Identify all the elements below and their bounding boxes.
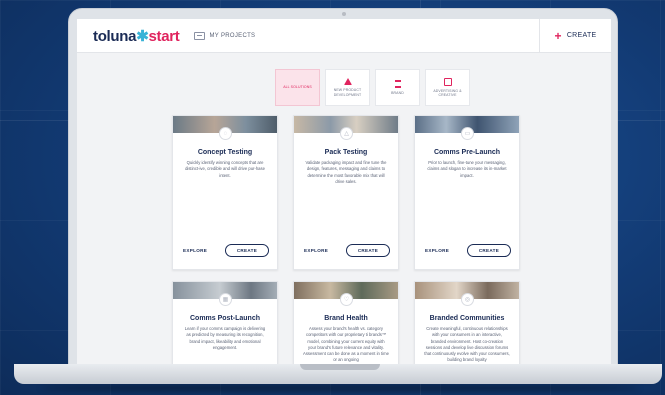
- solution-filters: ALL SOLUTIONS NEW PRODUCT DEVELOPMENT BR…: [275, 69, 470, 106]
- filter-label: BRAND: [391, 90, 404, 95]
- filter-all-solutions[interactable]: ALL SOLUTIONS: [275, 69, 320, 106]
- top-bar: toluna✱start MY PROJECTS + CREATE: [77, 19, 611, 53]
- create-label: CREATE: [566, 32, 597, 39]
- heart-pulse-icon: ♡: [340, 293, 353, 306]
- filter-label: NEW PRODUCT DEVELOPMENT: [333, 88, 362, 97]
- card-description: Learn if your comms campaign is deliveri…: [184, 326, 266, 350]
- billboard-icon: [443, 77, 452, 86]
- megaphone-icon: ▭: [461, 127, 474, 140]
- card-create-button[interactable]: CREATE: [346, 244, 390, 257]
- toluna-start-logo[interactable]: toluna✱start: [93, 27, 180, 45]
- card-create-button[interactable]: CREATE: [225, 244, 269, 257]
- solution-card[interactable]: ▭ Comms Pre-Launch Prior to launch, fine…: [414, 115, 520, 270]
- bulb-icon: ◌: [219, 127, 232, 140]
- explore-link[interactable]: EXPLORE: [183, 248, 207, 253]
- create-button[interactable]: + CREATE: [539, 19, 611, 52]
- solution-card[interactable]: ▦ Comms Post-Launch Learn if your comms …: [172, 281, 278, 365]
- my-projects-link[interactable]: MY PROJECTS: [193, 31, 256, 40]
- card-title: Comms Pre-Launch: [433, 149, 501, 156]
- card-title: Concept Testing: [197, 149, 253, 156]
- flask-icon: [343, 78, 352, 86]
- card-title: Comms Post-Launch: [189, 315, 260, 322]
- card-title: Branded Communities: [429, 315, 505, 322]
- plus-icon: +: [554, 28, 562, 43]
- calendar-icon: ▦: [219, 293, 232, 306]
- card-actions: EXPLORE CREATE: [425, 244, 511, 257]
- folder-icon: [193, 31, 205, 40]
- card-description: Assess your brand's health vs. category …: [303, 326, 389, 363]
- camera-icon: [342, 12, 346, 16]
- my-projects-label: MY PROJECTS: [209, 32, 256, 39]
- card-description: Prior to launch, fine-tune your messagin…: [427, 160, 507, 178]
- card-title: Brand Health: [324, 315, 368, 322]
- community-icon: ◎: [461, 293, 474, 306]
- solution-card[interactable]: ◎ Branded Communities Create meaningful,…: [414, 281, 520, 365]
- logo-star-icon: ✱: [136, 27, 149, 45]
- card-description: Create meaningful, continuous relationsh…: [424, 326, 510, 363]
- card-description: Validate packaging impact and fine tune …: [305, 160, 387, 184]
- logo-suffix: start: [148, 27, 180, 45]
- laptop-notch: [300, 364, 380, 370]
- solution-card[interactable]: △ Pack Testing Validate packaging impact…: [293, 115, 399, 270]
- hourglass-icon: [394, 79, 401, 88]
- solution-card[interactable]: ◌ Concept Testing Quickly identify winni…: [172, 115, 278, 270]
- laptop-base: [14, 364, 662, 384]
- flask-icon: △: [340, 127, 353, 140]
- explore-link[interactable]: EXPLORE: [425, 248, 449, 253]
- logo-main: toluna: [93, 27, 137, 45]
- card-title: Pack Testing: [324, 149, 368, 156]
- explore-link[interactable]: EXPLORE: [304, 248, 328, 253]
- solution-card[interactable]: ♡ Brand Health Assess your brand's healt…: [293, 281, 399, 365]
- card-actions: EXPLORE CREATE: [304, 244, 390, 257]
- filter-advertising-creative[interactable]: ADVERTISING & CREATIVE: [425, 69, 470, 106]
- filter-label: ADVERTISING & CREATIVE: [433, 88, 462, 97]
- laptop-frame: toluna✱start MY PROJECTS + CREATE ALL SO…: [68, 8, 618, 368]
- laptop-shadow: [40, 384, 640, 392]
- card-description: Quickly identify winning concepts that a…: [185, 160, 265, 178]
- card-create-button[interactable]: CREATE: [467, 244, 511, 257]
- filter-new-product-development[interactable]: NEW PRODUCT DEVELOPMENT: [325, 69, 370, 106]
- filter-brand[interactable]: BRAND: [375, 69, 420, 106]
- filter-label: ALL SOLUTIONS: [283, 85, 312, 90]
- app-screen: toluna✱start MY PROJECTS + CREATE ALL SO…: [77, 19, 611, 365]
- card-actions: EXPLORE CREATE: [183, 244, 269, 257]
